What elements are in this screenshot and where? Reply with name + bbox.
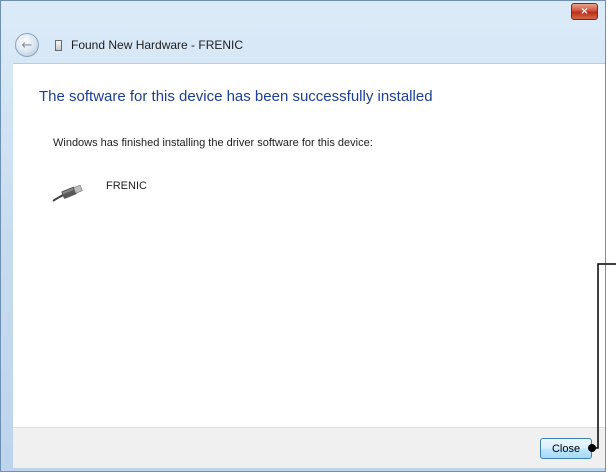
callout-annotation: [588, 263, 616, 452]
